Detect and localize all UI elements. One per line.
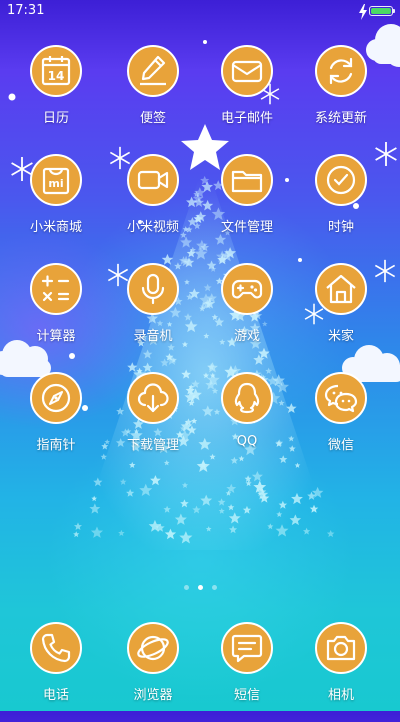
app-qq[interactable]: QQ <box>197 372 297 472</box>
status-time: 17:31 <box>7 3 45 18</box>
app-mi-video[interactable]: 小米视频 <box>103 154 203 254</box>
battery-tip <box>393 9 395 13</box>
app-label: 录音机 <box>133 329 173 344</box>
app-label: 游戏 <box>233 329 260 344</box>
cloud-download-icon <box>127 372 179 424</box>
pen-note-icon <box>127 45 179 97</box>
envelope-icon <box>221 45 273 97</box>
camera-icon <box>315 622 367 674</box>
calendar-date: 14 <box>48 69 65 83</box>
battery-level-fill <box>371 8 391 14</box>
app-notes[interactable]: 便签 <box>103 45 203 145</box>
page-dot[interactable] <box>183 585 189 590</box>
battery-icon <box>369 6 393 16</box>
refresh-icon <box>315 45 367 97</box>
app-calendar[interactable]: 14 日历 <box>6 45 106 145</box>
mi-logo-text: mi <box>48 177 63 190</box>
wechat-icon <box>315 372 367 424</box>
app-label: 便签 <box>139 111 166 126</box>
app-label: 相机 <box>327 688 354 703</box>
app-label: 微信 <box>327 438 354 453</box>
app-mi-home[interactable]: 米家 <box>291 263 391 363</box>
app-email[interactable]: 电子邮件 <box>197 45 297 145</box>
gamepad-icon <box>221 263 273 315</box>
app-games[interactable]: 游戏 <box>197 263 297 363</box>
app-label: 电话 <box>42 688 69 703</box>
calculator-icon <box>30 263 82 315</box>
app-label: 计算器 <box>36 329 76 344</box>
app-clock[interactable]: 时钟 <box>291 154 391 254</box>
app-downloads[interactable]: 下载管理 <box>103 372 203 472</box>
app-label: 系统更新 <box>314 111 367 126</box>
dock-phone[interactable]: 电话 <box>6 622 106 722</box>
app-label: 浏览器 <box>133 688 173 703</box>
app-label: 指南针 <box>36 438 76 453</box>
mi-bag-icon: mi <box>30 154 82 206</box>
compass-icon <box>30 372 82 424</box>
page-dot[interactable] <box>197 585 203 590</box>
lightning-icon <box>359 4 367 20</box>
house-icon <box>315 263 367 315</box>
app-recorder[interactable]: 录音机 <box>103 263 203 363</box>
dock-browser[interactable]: 浏览器 <box>103 622 203 722</box>
page-dot[interactable] <box>211 585 217 590</box>
app-mi-store[interactable]: mi 小米商城 <box>6 154 106 254</box>
app-wechat[interactable]: 微信 <box>291 372 391 472</box>
app-label: 下载管理 <box>126 438 179 453</box>
app-label: 日历 <box>42 111 69 126</box>
phone-icon <box>30 622 82 674</box>
app-label: 小米视频 <box>126 220 179 235</box>
planet-browser-icon <box>127 622 179 674</box>
app-label: 文件管理 <box>220 220 273 235</box>
calendar-icon: 14 <box>30 45 82 97</box>
dock-messages[interactable]: 短信 <box>197 622 297 722</box>
app-calculator[interactable]: 计算器 <box>6 263 106 363</box>
app-compass[interactable]: 指南针 <box>6 372 106 472</box>
app-label: QQ <box>236 434 258 449</box>
qq-penguin-icon <box>221 372 273 424</box>
app-file-manager[interactable]: 文件管理 <box>197 154 297 254</box>
app-label: 电子邮件 <box>220 111 273 126</box>
app-label: 小米商城 <box>29 220 82 235</box>
page-indicator[interactable] <box>0 585 400 593</box>
video-camera-icon <box>127 154 179 206</box>
app-label: 短信 <box>233 688 260 703</box>
app-label: 时钟 <box>327 220 354 235</box>
folder-icon <box>221 154 273 206</box>
app-label: 米家 <box>327 329 354 344</box>
dock-camera[interactable]: 相机 <box>291 622 391 722</box>
microphone-icon <box>127 263 179 315</box>
message-bubble-icon <box>221 622 273 674</box>
clock-icon <box>315 154 367 206</box>
status-bar: 17:31 <box>0 0 400 24</box>
app-updater[interactable]: 系统更新 <box>291 45 391 145</box>
